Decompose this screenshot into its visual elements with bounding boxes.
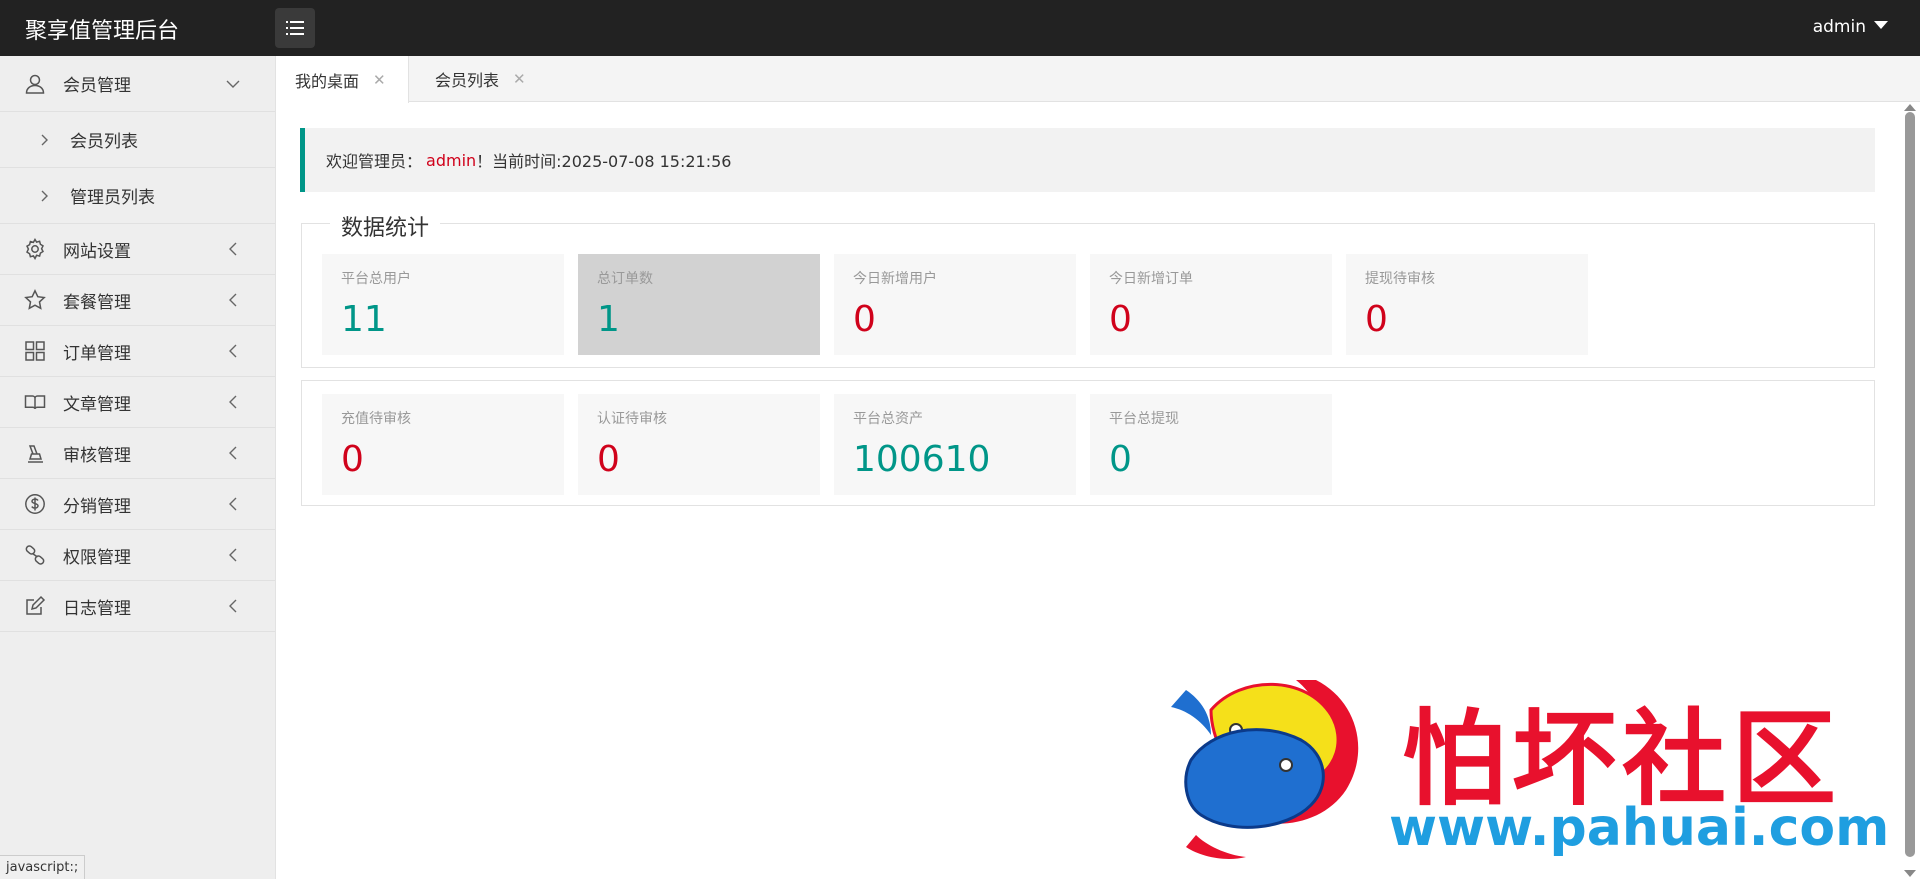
- sidebar-item-label: 网站设置: [63, 241, 131, 262]
- user-name: admin: [1812, 17, 1866, 37]
- user-icon: [24, 73, 46, 95]
- sidebar-item-label: 日志管理: [63, 598, 131, 619]
- stat-value: 1: [597, 299, 620, 340]
- stat-title: 平台总提现: [1109, 411, 1179, 427]
- chevron-left-icon: [225, 343, 241, 359]
- watermark: 怕坏社区 www.pahuai.com: [1162, 668, 1902, 868]
- scroll-down-icon[interactable]: [1904, 870, 1916, 877]
- stat-title: 平台总资产: [853, 411, 923, 427]
- stamp-icon: [24, 442, 46, 464]
- sidebar-item-article[interactable]: 文章管理: [0, 377, 275, 428]
- tab-desktop[interactable]: 我的桌面 ✕: [276, 56, 409, 103]
- tab-label: 会员列表: [435, 71, 500, 90]
- stat-value: 0: [853, 299, 876, 340]
- chevron-down-icon: [225, 76, 241, 92]
- sidebar-item-package[interactable]: 套餐管理: [0, 275, 275, 326]
- scroll-up-icon[interactable]: [1904, 104, 1916, 111]
- sidebar-item-label: 审核管理: [63, 445, 131, 466]
- stat-card-recharge-pending[interactable]: 充值待审核 0: [322, 394, 564, 495]
- chevron-right-icon: [38, 190, 50, 202]
- sidebar: 会员管理 会员列表 管理员列表 网站设置 套餐管理 订单管理 文章管理 审核管理…: [0, 56, 276, 879]
- link-icon: [24, 544, 46, 566]
- browser-status-bar: javascript:;: [0, 855, 86, 879]
- stats-fieldset-2: 充值待审核 0 认证待审核 0 平台总资产 100610 平台总提现 0: [301, 380, 1875, 506]
- chevron-right-icon: [38, 134, 50, 146]
- welcome-banner: 欢迎管理员： admin ！当前时间:2025-07-08 15:21:56: [300, 128, 1875, 192]
- stat-value: 0: [597, 439, 620, 480]
- sidebar-item-label: 分销管理: [63, 496, 131, 517]
- app-title: 聚享值管理后台: [25, 19, 180, 44]
- stat-value: 100610: [853, 439, 991, 480]
- sidebar-item-label: 权限管理: [63, 547, 131, 568]
- welcome-prefix: 欢迎管理员：: [326, 152, 423, 171]
- top-navbar: 聚享值管理后台 admin: [0, 0, 1920, 56]
- sidebar-item-label: 订单管理: [63, 343, 131, 364]
- caret-down-icon: [1874, 21, 1888, 29]
- chevron-left-icon: [225, 292, 241, 308]
- sidebar-subitem-admin-list[interactable]: 管理员列表: [0, 168, 275, 224]
- stat-value: 0: [1365, 299, 1388, 340]
- stat-card-new-orders-today[interactable]: 今日新增订单 0: [1090, 254, 1332, 355]
- sidebar-item-audit[interactable]: 审核管理: [0, 428, 275, 479]
- stat-title: 今日新增订单: [1109, 271, 1193, 287]
- sidebar-subitem-label: 管理员列表: [70, 188, 155, 208]
- sidebar-subitem-label: 会员列表: [70, 132, 138, 152]
- sidebar-item-label: 文章管理: [63, 394, 131, 415]
- sidebar-item-label: 套餐管理: [63, 292, 131, 313]
- edit-icon: [24, 595, 46, 617]
- grid-icon: [24, 340, 46, 362]
- stat-card-withdraw-pending[interactable]: 提现待审核 0: [1346, 254, 1588, 355]
- chevron-left-icon: [225, 445, 241, 461]
- stats-legend: 数据统计: [330, 210, 441, 242]
- star-icon: [24, 289, 46, 311]
- menu-toggle-button[interactable]: [275, 8, 315, 48]
- sidebar-item-distribution[interactable]: 分销管理: [0, 479, 275, 530]
- stat-value: 11: [341, 299, 387, 340]
- stat-card-new-users-today[interactable]: 今日新增用户 0: [834, 254, 1076, 355]
- chevron-left-icon: [225, 598, 241, 614]
- sidebar-item-label: 会员管理: [63, 76, 131, 96]
- stat-title: 充值待审核: [341, 411, 411, 427]
- tab-bar: 我的桌面 ✕ 会员列表 ✕: [276, 56, 1920, 103]
- sidebar-item-log[interactable]: 日志管理: [0, 581, 275, 632]
- stat-card-total-assets[interactable]: 平台总资产 100610: [834, 394, 1076, 495]
- sidebar-item-order[interactable]: 订单管理: [0, 326, 275, 377]
- stat-title: 认证待审核: [597, 411, 667, 427]
- sidebar-item-permission[interactable]: 权限管理: [0, 530, 275, 581]
- welcome-suffix: ！当前时间:2025-07-08 15:21:56: [476, 152, 732, 171]
- sidebar-item-member[interactable]: 会员管理: [0, 56, 275, 112]
- stat-card-verify-pending[interactable]: 认证待审核 0: [578, 394, 820, 495]
- watermark-url: www.pahuai.com: [1389, 798, 1890, 858]
- stat-value: 0: [341, 439, 364, 480]
- stat-value: 0: [1109, 439, 1132, 480]
- stats-fieldset: 数据统计 平台总用户 11 总订单数 1 今日新增用户 0 今日新增订单 0 提…: [301, 210, 1875, 368]
- stat-title: 今日新增用户: [853, 271, 937, 287]
- scroll-thumb[interactable]: [1905, 112, 1915, 857]
- user-menu[interactable]: admin: [1813, 17, 1888, 37]
- sidebar-item-site-settings[interactable]: 网站设置: [0, 224, 275, 275]
- stat-value: 0: [1109, 299, 1132, 340]
- chevron-left-icon: [225, 394, 241, 410]
- hamburger-icon: [286, 21, 304, 35]
- tab-label: 我的桌面: [295, 71, 360, 91]
- chevron-left-icon: [225, 547, 241, 563]
- fish-logo-icon: [1171, 680, 1359, 859]
- stat-card-total-orders[interactable]: 总订单数 1: [578, 254, 820, 355]
- welcome-admin-name: admin: [426, 150, 477, 170]
- sidebar-subitem-member-list[interactable]: 会员列表: [0, 112, 275, 168]
- stat-title: 提现待审核: [1365, 271, 1435, 287]
- close-icon[interactable]: ✕: [513, 70, 526, 88]
- gear-icon: [24, 238, 46, 260]
- dollar-icon: [24, 493, 46, 515]
- book-icon: [24, 391, 46, 413]
- scrollbar[interactable]: [1900, 102, 1920, 879]
- chevron-left-icon: [225, 241, 241, 257]
- close-icon[interactable]: ✕: [373, 71, 386, 89]
- stat-card-total-withdraw[interactable]: 平台总提现 0: [1090, 394, 1332, 495]
- chevron-left-icon: [225, 496, 241, 512]
- stat-title: 平台总用户: [341, 271, 411, 287]
- tab-member-list[interactable]: 会员列表 ✕: [416, 56, 548, 102]
- stat-title: 总订单数: [597, 271, 653, 287]
- stat-card-total-users[interactable]: 平台总用户 11: [322, 254, 564, 355]
